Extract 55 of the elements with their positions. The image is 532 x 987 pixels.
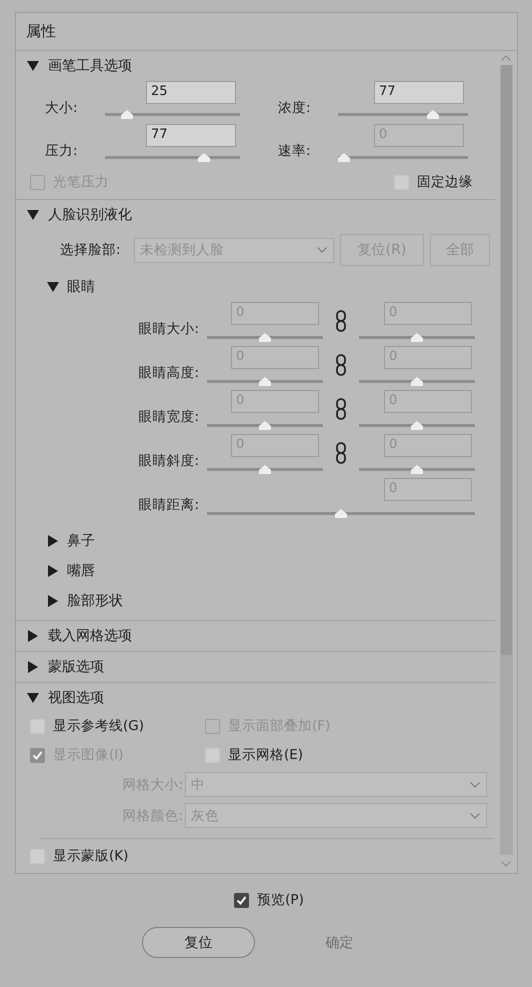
checkmark-icon (32, 750, 43, 760)
field-label: 选择脸部: (60, 241, 122, 259)
link-icon[interactable] (336, 354, 346, 376)
checkbox-option[interactable]: 显示网格(E) (205, 746, 495, 764)
scrollbar-thumb[interactable] (500, 65, 512, 655)
group-header[interactable]: 脸部形状 (16, 586, 495, 616)
section-header[interactable]: 人脸识别液化 (16, 200, 495, 230)
reset-button[interactable]: 复位 (142, 927, 255, 958)
slider-label: 眼睛大小: (137, 320, 200, 338)
section-header[interactable]: 蒙版选项 (16, 652, 495, 682)
slider-thumb[interactable] (259, 464, 271, 474)
scrollbar[interactable] (500, 65, 512, 855)
input-field[interactable]: 25 (146, 81, 236, 104)
input-field[interactable]: 77 (374, 81, 464, 104)
slider-label: 浓度: (278, 98, 312, 116)
chevron-up-icon[interactable] (501, 55, 511, 61)
checkbox-option[interactable]: 预览(P) (234, 891, 304, 909)
checkmark-icon (236, 894, 248, 906)
slider-label: 眼睛距离: (137, 496, 200, 514)
group-header[interactable]: 鼻子 (16, 526, 495, 556)
checkbox[interactable] (234, 892, 250, 908)
chevron-down-icon (317, 247, 327, 253)
group-header[interactable]: 嘴唇 (16, 556, 495, 586)
slider-thumb[interactable] (411, 332, 423, 342)
section-header[interactable]: 视图选项 (16, 683, 495, 713)
slider-label: 大小: (45, 98, 79, 116)
slider-label: 压力: (45, 142, 79, 160)
slider-thumb[interactable] (426, 110, 438, 119)
section-header[interactable]: 画笔工具选项 (16, 51, 495, 81)
slider-thumb[interactable] (411, 376, 423, 386)
slider-thumb[interactable] (259, 376, 271, 386)
slider-label: 眼睛斜度: (137, 452, 200, 470)
chevron-down-icon (470, 782, 480, 788)
slider-label: 眼睛宽度: (137, 408, 200, 426)
slider-thumb[interactable] (335, 508, 347, 518)
link-icon[interactable] (336, 442, 346, 464)
slider-thumb[interactable] (198, 153, 210, 162)
panel-title: 属性 (16, 13, 517, 51)
section-header[interactable]: 载入网格选项 (16, 621, 495, 651)
slider-thumb[interactable] (411, 420, 423, 430)
link-icon[interactable] (336, 398, 346, 420)
slider-thumb[interactable] (259, 420, 271, 430)
group-header[interactable]: 眼睛 (16, 272, 495, 302)
slider-label: 眼睛高度: (137, 364, 200, 382)
link-icon[interactable] (336, 310, 346, 332)
checkbox-option[interactable]: 显示蒙版(K) (30, 847, 495, 865)
slider-thumb[interactable] (411, 464, 423, 474)
chevron-down-icon (470, 812, 480, 818)
slider-label: 速率: (278, 142, 312, 160)
input-field[interactable]: 77 (146, 124, 236, 147)
slider-thumb[interactable] (120, 110, 133, 119)
chevron-down-icon[interactable] (501, 861, 511, 867)
slider-thumb[interactable] (259, 332, 271, 342)
checkbox-option[interactable]: 显示参考线(G) (30, 717, 205, 735)
checkbox-option[interactable]: 固定边缘 (394, 173, 473, 191)
